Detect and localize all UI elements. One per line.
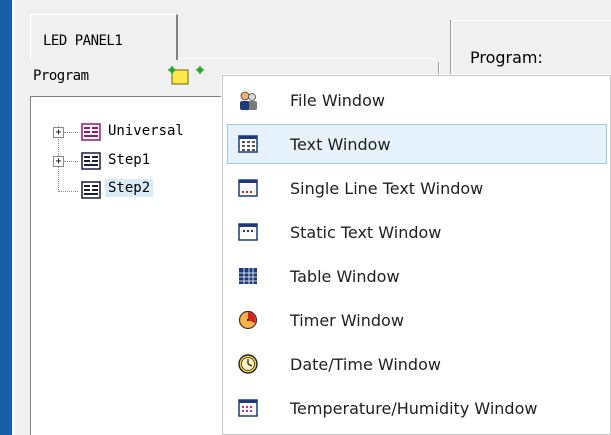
new-program-button[interactable] [168, 62, 192, 88]
expand-icon[interactable]: + [53, 156, 64, 167]
clock-icon [238, 354, 258, 374]
menu-item-label: Single Line Text Window [290, 178, 484, 198]
temperature-icon [238, 399, 258, 417]
program-window-icon [81, 181, 101, 199]
tab-baseline [178, 58, 436, 59]
people-file-icon [240, 91, 257, 110]
menu-item-static-text-window[interactable]: Static Text Window [227, 212, 607, 252]
tree-item-label: Universal [108, 123, 184, 139]
program-window-icon [81, 152, 101, 170]
tree-item[interactable]: + Universal [31, 120, 251, 144]
menu-item-label: Text Window [290, 134, 391, 154]
tab-label: LED PANEL1 [43, 33, 123, 49]
add-window-button[interactable] [196, 62, 220, 88]
menu-item-temperature-humidity-window[interactable]: Temperature/Humidity Window [227, 388, 607, 428]
text-grid-icon [238, 135, 258, 153]
window-left-edge-inner [12, 0, 15, 435]
menu-item-label: Timer Window [290, 310, 404, 330]
program-field-label: Program: [470, 48, 543, 67]
timer-icon [238, 310, 258, 330]
tree-item[interactable]: Step2 [31, 178, 251, 202]
menu-item-file-window[interactable]: File Window [227, 80, 607, 120]
insert-window-menu: File Window Text Window Single Line Text… [222, 75, 611, 435]
program-window-icon [81, 123, 101, 141]
menu-item-timer-window[interactable]: Timer Window [227, 300, 607, 340]
menu-item-label: Temperature/Humidity Window [290, 398, 538, 418]
program-section-label: Program [33, 68, 89, 84]
menu-item-single-line-text-window[interactable]: Single Line Text Window [227, 168, 607, 208]
table-icon [239, 268, 257, 284]
static-text-icon [238, 223, 258, 241]
menu-item-label: Static Text Window [290, 222, 442, 242]
window-left-edge [0, 0, 12, 435]
tree-item-label-selected: Step2 [105, 179, 154, 197]
menu-item-date-time-window[interactable]: Date/Time Window [227, 344, 607, 384]
new-program-icon [168, 66, 189, 85]
menu-item-label: Date/Time Window [290, 354, 441, 374]
add-window-icon [196, 66, 204, 74]
tree-item-label: Step1 [108, 152, 151, 168]
single-line-text-icon [238, 179, 258, 197]
tab-led-panel1[interactable]: LED PANEL1 [30, 14, 178, 60]
tree-item[interactable]: + Step1 [31, 149, 251, 173]
expand-icon[interactable]: + [53, 127, 64, 138]
menu-item-table-window[interactable]: Table Window [227, 256, 607, 296]
menu-item-text-window[interactable]: Text Window [227, 124, 607, 164]
menu-item-label: File Window [290, 90, 385, 110]
menu-item-label: Table Window [290, 266, 400, 286]
